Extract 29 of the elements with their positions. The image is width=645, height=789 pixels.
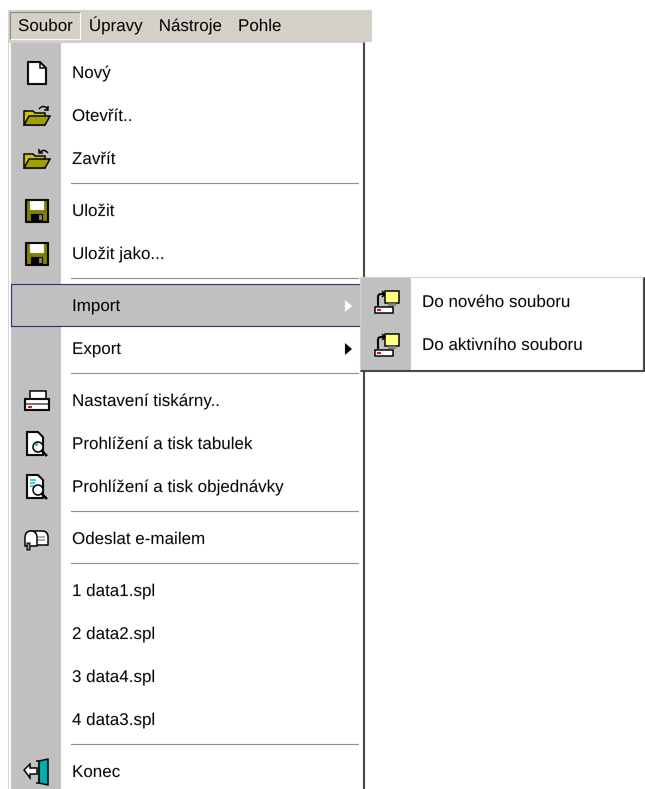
menu-item[interactable]: Prohlížení a tisk objednávky — [11, 465, 363, 508]
menu-item[interactable]: Import — [11, 284, 363, 327]
menu-item[interactable]: Otevřít.. — [11, 94, 363, 137]
menu-item[interactable]: Konec — [11, 750, 363, 789]
print-preview-icon — [24, 430, 50, 458]
menu-bar-item[interactable]: Pohle — [230, 12, 290, 40]
menu-item[interactable]: Zavřít — [11, 137, 363, 180]
menu-item[interactable]: Do aktivního souboru — [361, 323, 643, 366]
menu-item[interactable]: Export — [11, 327, 363, 370]
menu-item[interactable]: Do nového souboru — [361, 280, 643, 323]
new-file-icon — [25, 60, 49, 86]
print-preview-lines-icon — [24, 472, 50, 500]
menu-item[interactable]: 2 data2.spl — [11, 612, 363, 655]
import-icon — [372, 288, 402, 314]
menu-item[interactable]: Nastavení tiskárny.. — [11, 379, 363, 422]
menu-bar-item[interactable]: Soubor — [10, 12, 81, 40]
menu-item[interactable]: Uložit jako... — [11, 232, 363, 275]
menu-item[interactable]: 1 data1.spl — [11, 569, 363, 612]
menu-item[interactable]: Uložit — [11, 189, 363, 232]
import-icon — [372, 332, 402, 358]
menu-item[interactable]: 4 data3.spl — [11, 698, 363, 741]
menu-bar-item[interactable]: Nástroje — [150, 12, 230, 40]
printer-icon — [22, 388, 52, 414]
menu-item[interactable]: Prohlížení a tisk tabulek — [11, 422, 363, 465]
menu-item[interactable]: Odeslat e-mailem — [11, 517, 363, 560]
exit-door-icon — [22, 758, 52, 786]
menu-item[interactable]: 3 data4.spl — [11, 655, 363, 698]
menu-item[interactable]: Nový — [11, 51, 363, 94]
menu-bar-item[interactable]: Úpravy — [80, 12, 151, 40]
